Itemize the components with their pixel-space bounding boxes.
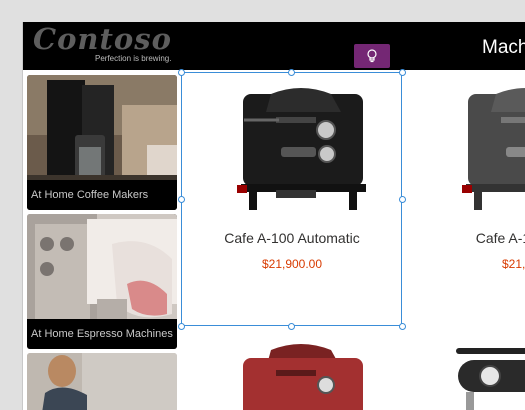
resize-handle-bottom-left[interactable] — [178, 323, 185, 330]
lightbulb-icon — [367, 49, 377, 63]
category-tile-espresso-machines[interactable]: At Home Espresso Machines — [27, 214, 177, 349]
header-bar: Contoso Perfection is brewing. Mach — [23, 22, 525, 70]
product-card[interactable]: Cafe A-100 Automatic $21,900.00 — [181, 72, 403, 326]
resize-handle-left[interactable] — [178, 196, 185, 203]
resize-handle-bottom-right[interactable] — [399, 323, 406, 330]
tagline: Perfection is brewing. — [95, 54, 172, 63]
category-label: At Home Coffee Makers — [27, 180, 177, 210]
product-name: Cafe A-100 Automatic — [224, 230, 360, 246]
resize-handle-top[interactable] — [288, 69, 295, 76]
resize-handle-right[interactable] — [399, 196, 406, 203]
compact-espresso-machine-image — [456, 348, 525, 410]
espresso-machine-image — [237, 88, 366, 210]
app-canvas: Contoso Perfection is brewing. Mach At H… — [22, 22, 525, 410]
page-title: Mach — [482, 37, 525, 58]
espresso-machine-image — [462, 88, 525, 210]
idea-button[interactable] — [354, 44, 390, 68]
product-card[interactable]: Cafe A-100 A $21,9 — [406, 72, 525, 326]
resize-handle-top-left[interactable] — [178, 69, 185, 76]
product-price: $21,900.00 — [261, 257, 323, 271]
product-card[interactable] — [406, 340, 525, 410]
category-tile-third[interactable] — [27, 353, 177, 410]
contoso-logo: Contoso — [33, 22, 172, 56]
resize-handle-bottom[interactable] — [288, 323, 295, 330]
red-espresso-machine-image — [243, 344, 363, 410]
product-name: Cafe A-100 A — [475, 230, 525, 246]
resize-handle-top-right[interactable] — [399, 69, 406, 76]
product-card[interactable] — [181, 340, 403, 410]
category-tile-coffee-makers[interactable]: At Home Coffee Makers — [27, 75, 177, 210]
product-price: $21,9 — [501, 257, 525, 271]
person-photo — [27, 353, 177, 410]
category-label: At Home Espresso Machines — [27, 319, 177, 349]
